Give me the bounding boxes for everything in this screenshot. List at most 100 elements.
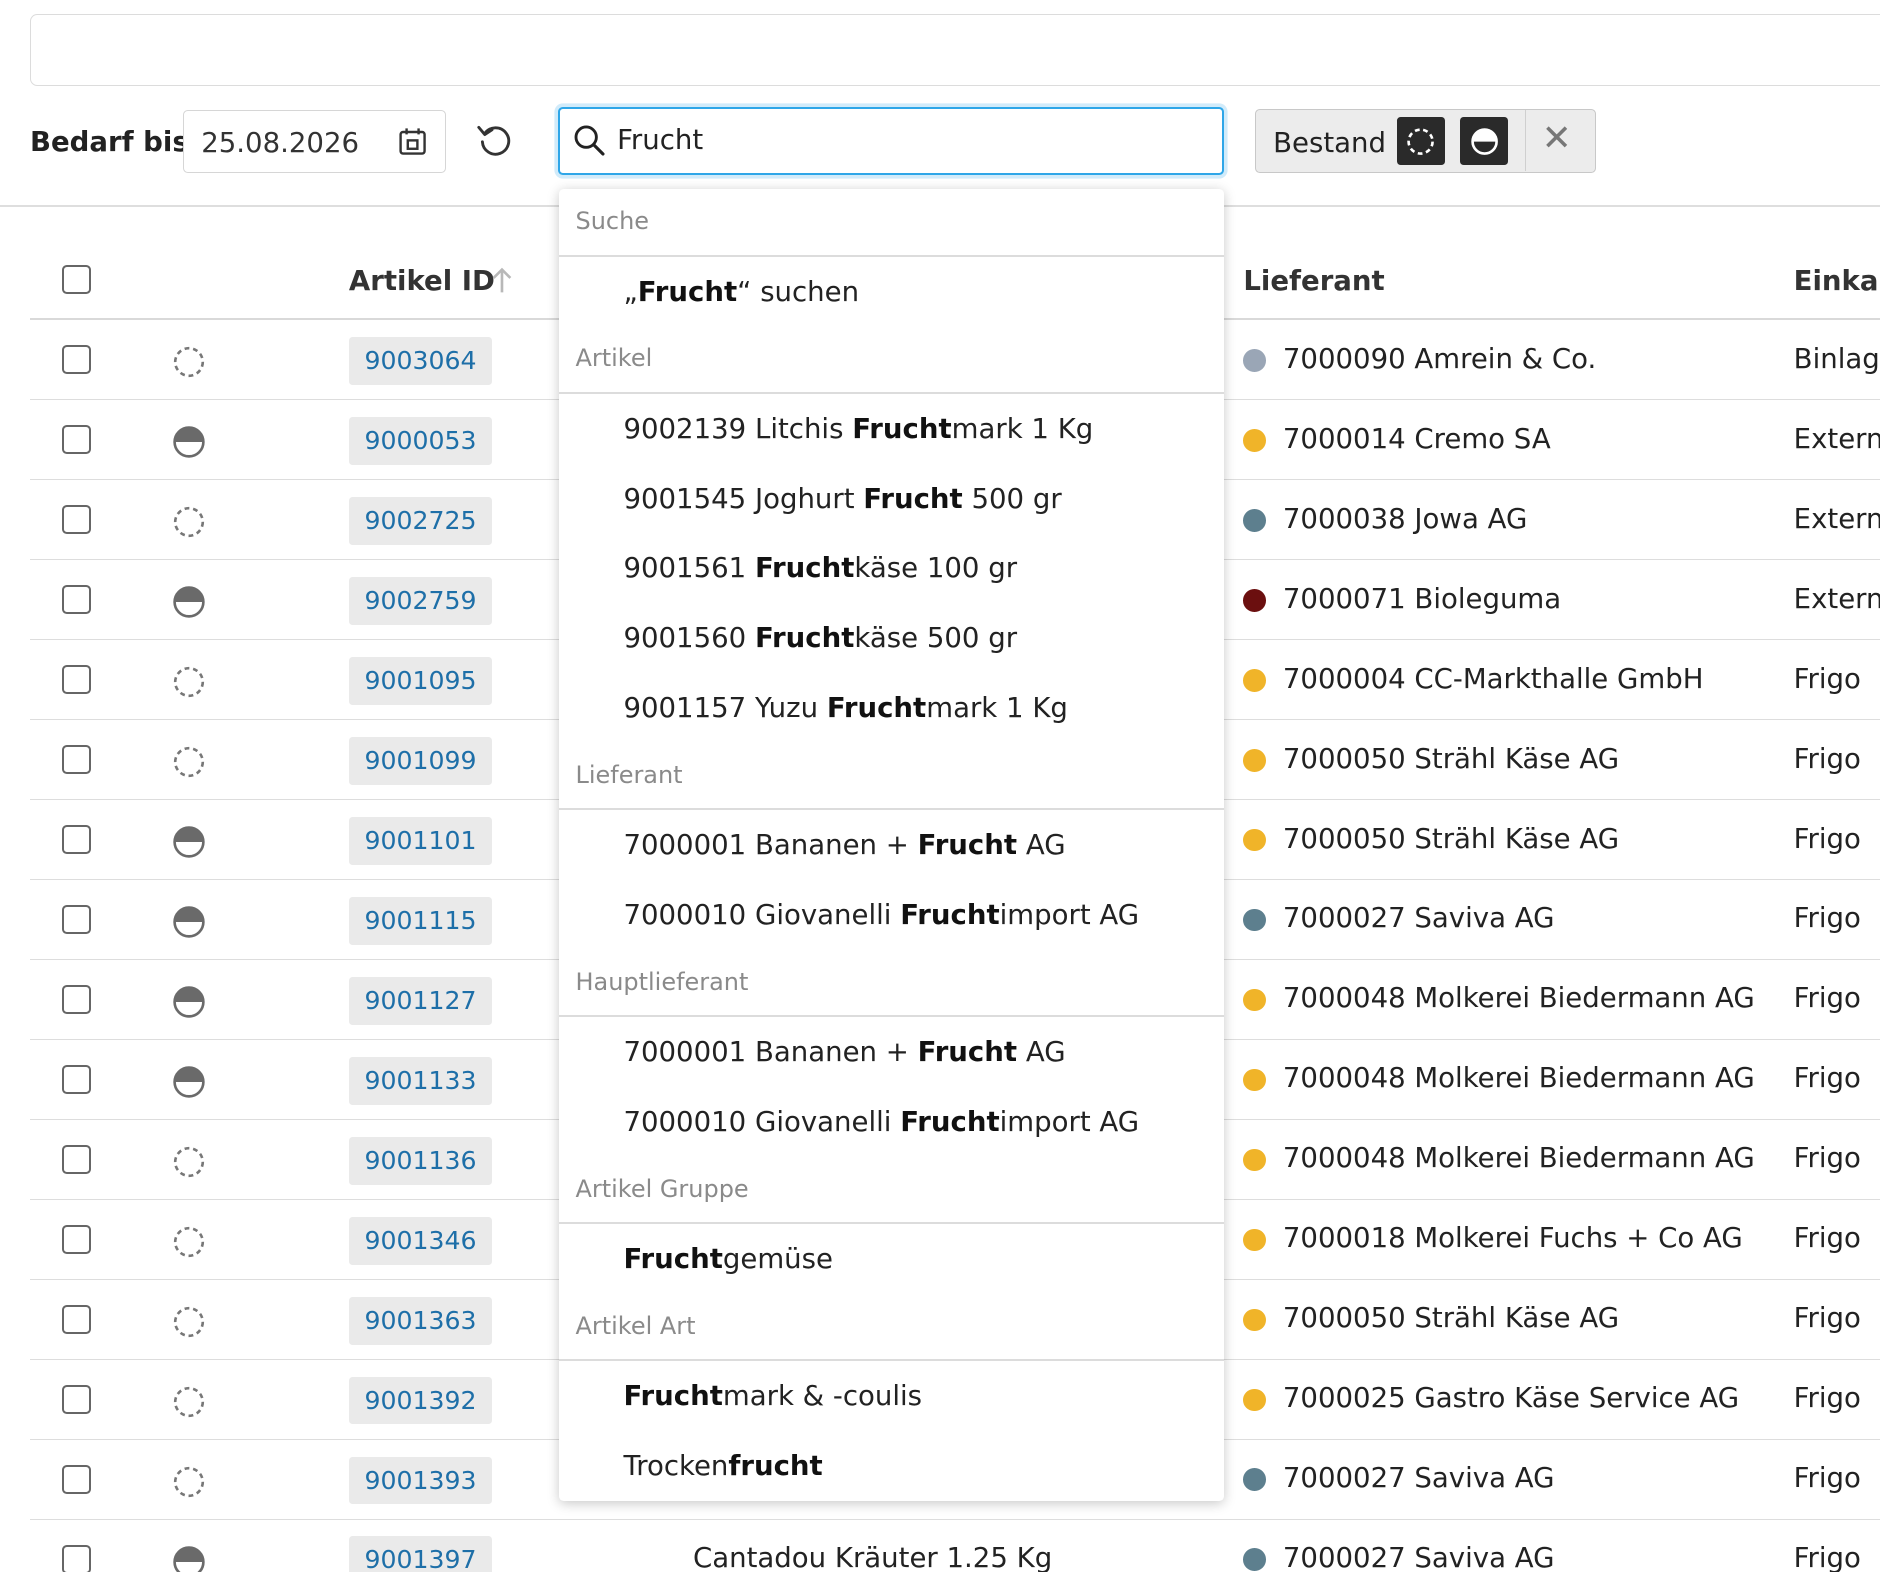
suggestion-item[interactable]: 9002139 Litchis Fruchtmark 1 Kg — [623, 412, 1093, 445]
artikel-id-chip[interactable]: 9000053 — [348, 416, 493, 465]
table-row[interactable]: 9001397 Cantadou Kräuter 1.25 Kg 7000027 S… — [30, 1520, 1880, 1572]
suggestion-item[interactable]: Fruchtmark & -coulis — [623, 1379, 922, 1412]
row-checkbox[interactable] — [62, 585, 92, 614]
half-circle-icon — [171, 904, 207, 945]
row-checkbox[interactable] — [62, 745, 92, 774]
suggestion-text: „ — [623, 274, 638, 308]
match-highlight: Frucht — [826, 691, 927, 725]
artikel-id-chip[interactable]: 9001115 — [348, 896, 493, 945]
row-checkbox[interactable] — [62, 505, 92, 534]
dashed-circle-icon — [171, 504, 207, 545]
row-checkbox[interactable] — [62, 345, 92, 375]
suggestion-item[interactable]: „Frucht“ suchen — [623, 275, 859, 308]
select-all-checkbox[interactable] — [62, 264, 92, 294]
row-checkbox[interactable] — [62, 1544, 92, 1572]
suggestion-section-header: Artikel Art — [558, 1294, 1225, 1362]
suggestion-item[interactable]: 7000010 Giovanelli Fruchtimport AG — [623, 1105, 1139, 1138]
match-highlight: Frucht — [754, 621, 855, 655]
artikel-id-chip[interactable]: 9001101 — [348, 816, 493, 865]
einkauf-value: Frigo — [1793, 901, 1861, 935]
artikel-id-chip[interactable]: 9001133 — [348, 1056, 493, 1105]
row-checkbox[interactable] — [62, 425, 92, 455]
bedarf-bis-label: Bedarf bis — [29, 124, 189, 158]
suggestion-section-title: Artikel Art — [575, 1312, 696, 1341]
row-checkbox[interactable] — [62, 665, 92, 694]
close-icon[interactable]: ✕ — [1542, 120, 1572, 157]
suggestion-item[interactable]: 7000010 Giovanelli Fruchtimport AG — [623, 898, 1139, 931]
half-circle-icon — [171, 584, 207, 625]
artikel-id-chip[interactable]: 9001397 — [348, 1536, 493, 1572]
einkauf-value: Binlage — [1793, 341, 1880, 375]
suggestion-text: mark 1 Kg — [951, 411, 1094, 445]
supplier-status-dot — [1243, 1068, 1267, 1092]
dashed-circle-icon — [171, 1224, 207, 1265]
suggestion-text: 9001560 — [623, 621, 755, 655]
suggestion-text: Trocken — [623, 1449, 729, 1483]
suggestion-section-title: Lieferant — [575, 761, 683, 790]
reset-icon[interactable] — [474, 119, 517, 167]
suggestion-item[interactable]: 9001157 Yuzu Fruchtmark 1 Kg — [623, 691, 1067, 724]
row-checkbox[interactable] — [62, 1464, 92, 1494]
row-checkbox[interactable] — [62, 985, 92, 1014]
match-highlight: Frucht — [623, 1242, 723, 1276]
search-field[interactable] — [557, 106, 1225, 176]
artikel-id-chip[interactable]: 9001099 — [348, 736, 493, 785]
suggestion-item[interactable]: 7000001 Bananen + Frucht AG — [623, 1035, 1065, 1068]
top-bar — [29, 14, 1880, 86]
artikel-id-chip[interactable]: 9001095 — [348, 656, 493, 705]
supplier-name: 7000038 Jowa AG — [1282, 501, 1528, 535]
stock-dashed-toggle[interactable] — [1396, 117, 1445, 166]
einkauf-value: Frigo — [1793, 1141, 1861, 1175]
sort-arrow-up-icon[interactable] — [490, 266, 514, 300]
row-checkbox[interactable] — [62, 1384, 92, 1414]
match-highlight: frucht — [728, 1449, 823, 1483]
col-lieferant[interactable]: Lieferant — [1243, 264, 1384, 297]
suggestion-item[interactable]: Trockenfrucht — [623, 1449, 822, 1482]
suggestion-section-header: Hauptlieferant — [558, 950, 1225, 1018]
search-input[interactable] — [617, 119, 1193, 161]
supplier-name: 7000048 Molkerei Biedermann AG — [1282, 1061, 1755, 1095]
date-field[interactable]: 25.08.2026 — [183, 110, 446, 173]
suggestion-item[interactable]: 9001560 Fruchtkäse 500 gr — [623, 621, 1017, 654]
stock-half-toggle[interactable] — [1460, 117, 1509, 166]
artikel-id-chip[interactable]: 9001136 — [348, 1136, 493, 1185]
half-circle-icon — [1470, 127, 1498, 155]
match-highlight: Frucht — [852, 411, 952, 445]
suggestion-text: import AG — [999, 898, 1140, 932]
einkauf-value: Extern — [1793, 501, 1880, 535]
dashed-circle-icon — [171, 744, 207, 785]
supplier-status-dot — [1243, 428, 1267, 452]
row-checkbox[interactable] — [62, 1224, 92, 1254]
half-circle-icon — [171, 424, 207, 465]
artikel-name: Cantadou Kräuter 1.25 Kg — [693, 1541, 1053, 1572]
bestand-divider — [1524, 110, 1527, 172]
suggestion-item[interactable]: 7000001 Bananen + Frucht AG — [623, 828, 1065, 861]
row-checkbox[interactable] — [62, 825, 92, 854]
suggestion-text: 9001561 — [623, 551, 755, 585]
artikel-id-chip[interactable]: 9002759 — [348, 576, 493, 625]
match-highlight: Frucht — [917, 828, 1018, 862]
artikel-id-chip[interactable]: 9001363 — [348, 1296, 493, 1345]
row-checkbox[interactable] — [62, 1145, 92, 1174]
col-einkauf[interactable]: Einkau — [1794, 264, 1880, 297]
row-checkbox[interactable] — [62, 1304, 92, 1334]
artikel-id-chip[interactable]: 9002725 — [348, 496, 493, 545]
artikel-id-chip[interactable]: 9001346 — [348, 1216, 493, 1265]
match-highlight: Frucht — [637, 274, 738, 308]
col-artikel-id[interactable]: Artikel ID — [349, 264, 495, 297]
supplier-name: 7000025 Gastro Käse Service AG — [1282, 1381, 1740, 1415]
calendar-icon[interactable] — [397, 126, 428, 162]
suggestion-item[interactable]: Fruchtgemüse — [623, 1242, 833, 1275]
artikel-id-chip[interactable]: 9001127 — [348, 976, 493, 1025]
artikel-id-chip[interactable]: 9001392 — [348, 1376, 493, 1425]
row-checkbox[interactable] — [62, 905, 92, 934]
bestand-label: Bestand — [1273, 125, 1386, 159]
row-checkbox[interactable] — [62, 1065, 92, 1094]
suggestion-text: 9002139 Litchis — [623, 411, 853, 445]
supplier-status-dot — [1243, 828, 1267, 852]
suggestion-section-header: Lieferant — [558, 743, 1225, 811]
suggestion-item[interactable]: 9001545 Joghurt Frucht 500 gr — [623, 482, 1061, 515]
suggestion-item[interactable]: 9001561 Fruchtkäse 100 gr — [623, 551, 1017, 584]
artikel-id-chip[interactable]: 9001393 — [348, 1456, 493, 1505]
artikel-id-chip[interactable]: 9003064 — [348, 336, 493, 385]
